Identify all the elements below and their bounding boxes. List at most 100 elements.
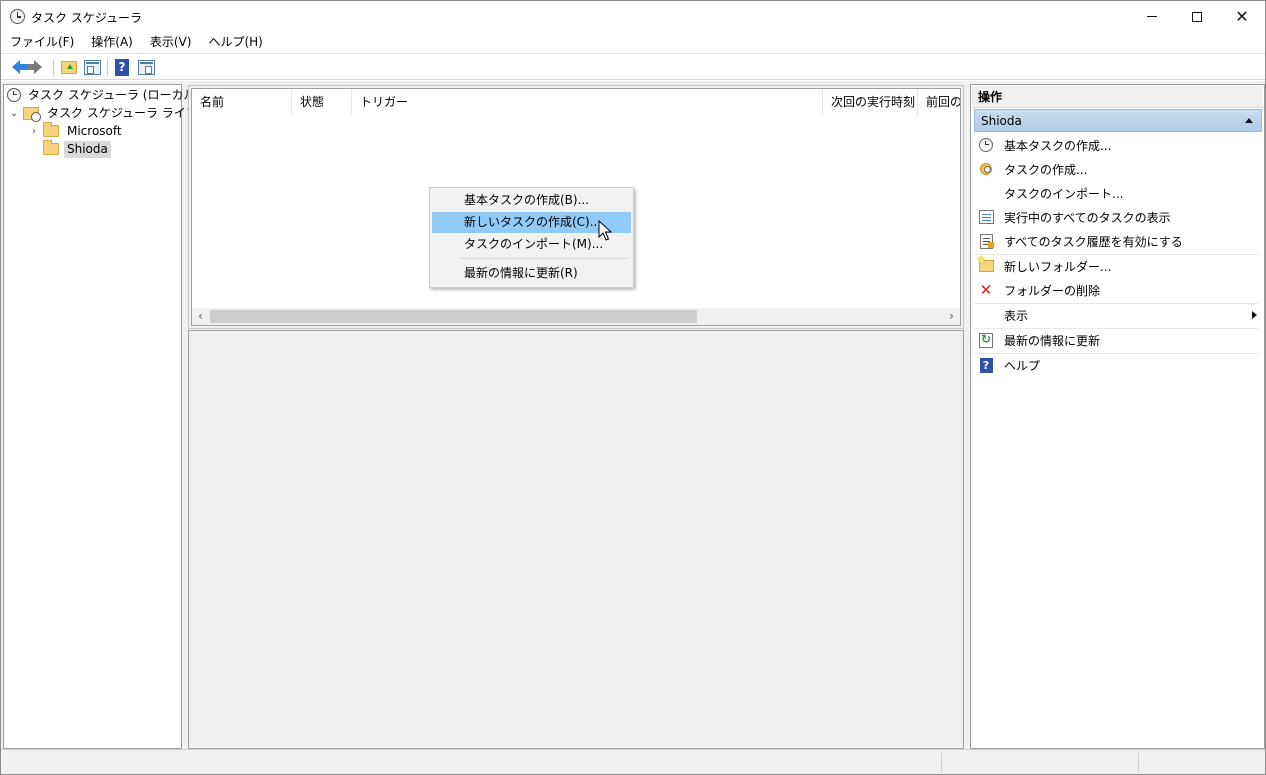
actions-section-shioda[interactable]: Shioda [974, 109, 1262, 132]
action-create-task[interactable]: タスクの作成... [974, 157, 1261, 181]
collapse-arrow-icon[interactable] [1245, 118, 1253, 123]
action-create-basic-task[interactable]: 基本タスクの作成... [974, 133, 1261, 157]
task-scheduler-clock-icon [10, 9, 25, 24]
action-label: タスクの作成... [1004, 162, 1088, 177]
running-tasks-icon [978, 210, 994, 224]
menu-bar: ファイル(F) 操作(A) 表示(V) ヘルプ(H) [1, 32, 1265, 54]
column-header-trigger[interactable]: トリガー [352, 89, 823, 115]
show-hide-console-tree-icon [83, 59, 101, 75]
delete-icon-wrap: ✕ [978, 282, 994, 298]
help-icon: ? [115, 58, 129, 76]
up-folder-button[interactable] [60, 58, 78, 76]
column-header-last-run[interactable]: 前回の実行時刻 [918, 89, 960, 115]
show-hide-console-tree-button[interactable] [83, 58, 101, 76]
menu-view[interactable]: 表示(V) [141, 32, 200, 54]
column-header-status[interactable]: 状態 [292, 89, 352, 115]
action-enable-task-history[interactable]: すべてのタスク履歴を有効にする [974, 229, 1261, 253]
folder-icon [43, 122, 59, 137]
new-folder-icon-wrap [978, 258, 994, 274]
menu-action[interactable]: 操作(A) [82, 32, 141, 54]
action-label: 基本タスクの作成... [1004, 138, 1112, 153]
action-label: タスクのインポート... [1004, 186, 1124, 201]
tree-item-shioda[interactable]: Shioda [28, 140, 111, 158]
tree-item-root[interactable]: タスク スケジューラ (ローカル) [7, 86, 203, 104]
ctx-item-refresh[interactable]: 最新の情報に更新(R) [432, 263, 631, 284]
show-hide-action-pane-icon [137, 59, 155, 75]
action-label: 表示 [1004, 308, 1029, 323]
mouse-cursor-icon [598, 220, 612, 241]
action-refresh[interactable]: 最新の情報に更新 [974, 328, 1261, 352]
library-folder-icon [23, 106, 41, 122]
action-view[interactable]: 表示 [974, 303, 1261, 327]
menu-help[interactable]: ヘルプ(H) [199, 32, 270, 54]
help-icon: ? [979, 357, 993, 373]
actions-header: 操作 [972, 86, 1263, 108]
scroll-left-icon[interactable]: ‹ [192, 308, 209, 325]
action-label: すべてのタスク履歴を有効にする [1004, 234, 1183, 249]
close-button[interactable]: ✕ [1219, 1, 1265, 32]
maximize-button[interactable] [1174, 1, 1220, 32]
action-delete-folder[interactable]: ✕ フォルダーの削除 [974, 278, 1261, 302]
help-toolbar-button[interactable]: ? [113, 58, 131, 76]
action-label: 新しいフォルダー... [1004, 259, 1112, 274]
action-label: 最新の情報に更新 [1004, 333, 1101, 348]
menu-file[interactable]: ファイル(F) [1, 32, 82, 54]
action-import-task[interactable]: タスクのインポート... [974, 181, 1261, 205]
minimize-button[interactable] [1129, 1, 1175, 32]
folder-up-icon [61, 60, 77, 74]
refresh-icon [979, 332, 993, 348]
submenu-arrow-icon [1252, 311, 1257, 319]
scroll-right-icon[interactable]: › [943, 308, 960, 325]
column-header-name[interactable]: 名前 [192, 89, 292, 115]
toolbar: ? [1, 55, 1265, 80]
refresh-icon-wrap [978, 332, 994, 348]
forward-arrow-icon [27, 60, 42, 74]
back-arrow-icon [12, 60, 27, 74]
tree-item-label: Microsoft [67, 123, 122, 138]
scrollbar-thumb[interactable] [210, 310, 697, 323]
status-segment [941, 753, 942, 773]
history-icon-wrap [978, 233, 994, 249]
task-scheduler-window: タスク スケジューラ ✕ ファイル(F) 操作(A) 表示(V) ヘルプ(H) … [0, 0, 1266, 775]
task-detail-pane [188, 330, 964, 749]
window-title: タスク スケジューラ [31, 11, 142, 25]
section-title: Shioda [981, 114, 1022, 128]
icon-spacer [978, 185, 994, 201]
new-task-icon-wrap [978, 161, 994, 177]
action-new-folder[interactable]: 新しいフォルダー... [974, 254, 1261, 278]
ctx-separator [460, 258, 629, 259]
running-tasks-icon-wrap [978, 209, 994, 225]
ctx-item-create-basic-task[interactable]: 基本タスクの作成(B)... [432, 190, 631, 211]
new-task-icon [980, 163, 992, 175]
clock-icon [979, 138, 993, 152]
action-display-running-tasks[interactable]: 実行中のすべてのタスクの表示 [974, 205, 1261, 229]
actions-pane: 操作 Shioda 基本タスクの作成... タスクの作成... タスクのインポー… [970, 84, 1265, 749]
forward-button[interactable] [27, 58, 47, 76]
help-icon-wrap: ? [978, 357, 994, 373]
tree-item-label: タスク スケジューラ (ローカル) [28, 87, 201, 102]
horizontal-scrollbar[interactable]: ‹ › [192, 308, 960, 325]
action-label: 実行中のすべてのタスクの表示 [1004, 210, 1171, 225]
folder-icon [43, 140, 59, 155]
clock-icon [7, 88, 21, 102]
title-bar: タスク スケジューラ ✕ [1, 1, 1265, 32]
action-label: フォルダーの削除 [1004, 283, 1101, 298]
delete-icon: ✕ [979, 281, 993, 299]
tree-item-label: Shioda [64, 140, 111, 158]
new-folder-icon [978, 260, 994, 272]
status-segment [1138, 753, 1139, 773]
console-tree: タスク スケジューラ (ローカル) ⌄ タスク スケジューラ ライブラリ › M… [3, 84, 222, 749]
tree-item-microsoft[interactable]: › Microsoft [28, 122, 125, 140]
history-icon [979, 233, 994, 249]
clock-icon-wrap [978, 137, 994, 153]
action-label: ヘルプ [1004, 358, 1041, 373]
toolbar-separator [53, 59, 54, 76]
status-bar [1, 749, 1265, 774]
close-icon: ✕ [1235, 6, 1249, 26]
column-header-next-run[interactable]: 次回の実行時刻 [823, 89, 918, 115]
show-hide-action-pane-button[interactable] [137, 58, 155, 76]
chevron-down-icon[interactable]: ⌄ [8, 108, 20, 119]
action-help[interactable]: ? ヘルプ [974, 353, 1261, 377]
chevron-right-icon[interactable]: › [28, 126, 40, 137]
back-button[interactable] [7, 58, 27, 76]
